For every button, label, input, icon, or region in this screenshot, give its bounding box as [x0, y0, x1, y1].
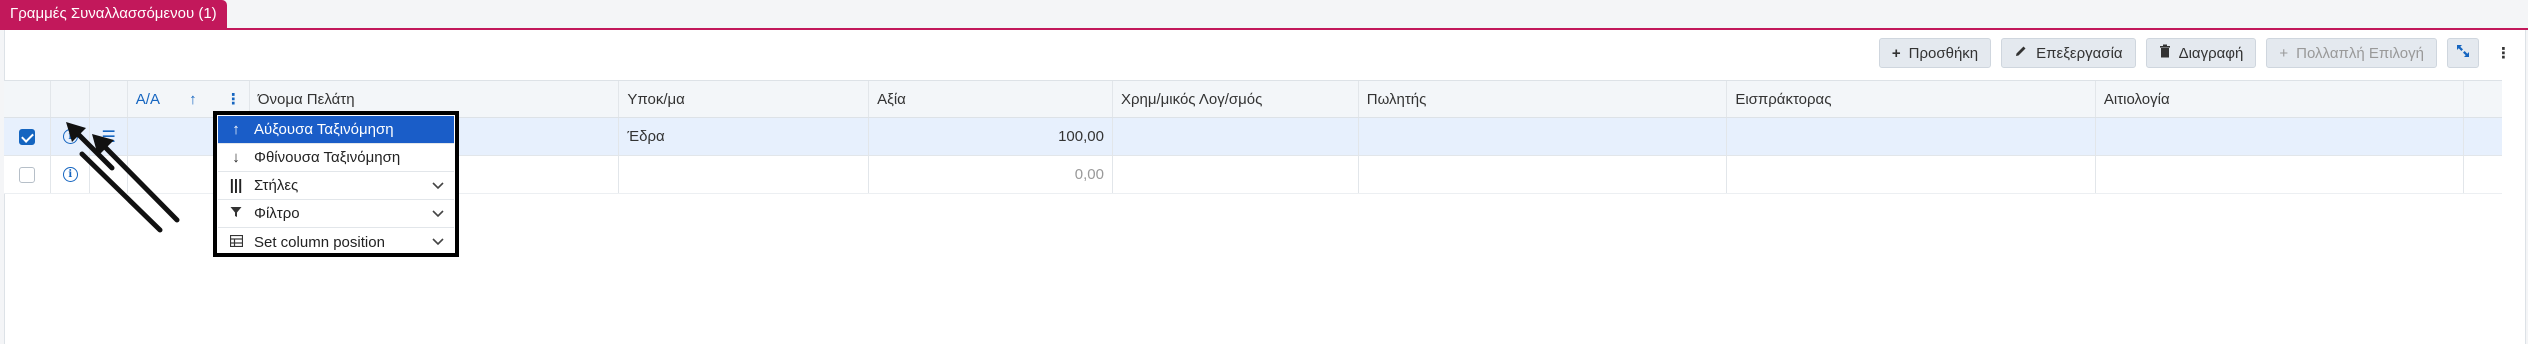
header-branch-label: Υποκ/μα: [627, 90, 685, 108]
row-branch-cell: [619, 156, 870, 193]
plus-icon: +: [2279, 44, 2289, 62]
row-financial-account-cell: [1113, 156, 1359, 193]
header-reason[interactable]: Αιτιολογία: [2096, 81, 2465, 117]
menu-item-label: Φθίνουσα Ταξινόμηση: [254, 149, 401, 166]
header-handle-cell: [90, 81, 128, 117]
trash-icon: [2159, 44, 2171, 62]
header-financial-account-label: Χρημ/μικός Λογ/σμός: [1120, 90, 1263, 108]
header-end-cell: [2464, 81, 2502, 117]
header-seller-label: Πωλητής: [1366, 90, 1427, 108]
row-collector-cell: [1727, 156, 2096, 193]
menu-item-columns[interactable]: ||| Στήλες: [218, 172, 454, 200]
row-reason-cell: [2096, 156, 2465, 193]
row-branch-cell: Έδρα: [619, 118, 870, 155]
header-collector-label: Εισπράκτορας: [1735, 90, 1832, 108]
column-menu-kebab-icon[interactable]: ⋮: [226, 90, 241, 108]
header-info-cell: [51, 81, 91, 117]
menu-item-sort-ascending[interactable]: ↑ Αύξουσα Ταξινόμηση: [218, 116, 454, 144]
row-value-cell: 0,00: [869, 156, 1113, 193]
header-collector[interactable]: Εισπράκτορας: [1727, 81, 2096, 117]
pencil-icon: [2014, 44, 2028, 62]
row-collector-cell: [1727, 118, 2096, 155]
tab-customer-lines[interactable]: Γραμμές Συναλλασσόμενου (1): [0, 0, 227, 28]
menu-item-label: Αύξουσα Ταξινόμηση: [254, 121, 394, 138]
header-customer-name-label: Όνομα Πελάτη: [257, 90, 355, 108]
arrow-down-icon: ↓: [232, 149, 240, 166]
header-value[interactable]: Αξία: [869, 81, 1113, 117]
row-value: 100,00: [1058, 128, 1104, 145]
arrow-up-icon: ↑: [232, 121, 240, 138]
row-checkbox[interactable]: [19, 128, 36, 145]
row-branch-value: Έδρα: [627, 128, 665, 145]
delete-button-label: Διαγραφή: [2178, 44, 2244, 62]
row-reason-cell: [2096, 118, 2465, 155]
sort-up-icon[interactable]: ↑: [189, 91, 197, 108]
row-value-cell: 100,00: [869, 118, 1113, 155]
chevron-down-icon: [432, 207, 444, 221]
edit-button-label: Επεξεργασία: [2036, 44, 2123, 62]
annotation-arrows: [66, 122, 180, 233]
fullscreen-button[interactable]: [2447, 38, 2479, 68]
columns-icon: |||: [229, 177, 243, 194]
header-branch[interactable]: Υποκ/μα: [619, 81, 870, 117]
table-icon: [228, 234, 244, 251]
header-financial-account[interactable]: Χρημ/μικός Λογ/σμός: [1113, 81, 1359, 117]
menu-item-filter[interactable]: Φίλτρο: [218, 200, 454, 228]
chevron-down-icon: [432, 235, 444, 249]
chevron-down-icon: [432, 179, 444, 193]
delete-button[interactable]: Διαγραφή: [2145, 38, 2257, 68]
menu-item-label: Φίλτρο: [254, 205, 300, 222]
menu-item-label: Στήλες: [254, 177, 299, 194]
add-button-label: Προσθήκη: [1908, 44, 1979, 62]
row-select-cell[interactable]: [4, 118, 52, 155]
menu-item-sort-descending[interactable]: ↓ Φθίνουσα Ταξινόμηση: [218, 144, 454, 172]
expand-icon: [2456, 44, 2470, 62]
add-button[interactable]: + Προσθήκη: [1878, 38, 1992, 68]
plus-icon: +: [1891, 44, 1901, 62]
header-aa-label: Α/Α: [135, 90, 160, 108]
grid-toolbar: + Προσθήκη Επεξεργασία Διαγραφή + Πολλαπ…: [1878, 38, 2518, 68]
row-end-cell: [2464, 156, 2502, 193]
row-end-cell: [2464, 118, 2502, 155]
row-financial-account-cell: [1113, 118, 1359, 155]
header-reason-label: Αιτιολογία: [2103, 90, 2170, 108]
column-menu: ↑ Αύξουσα Ταξινόμηση ↓ Φθίνουσα Ταξινόμη…: [213, 111, 459, 257]
row-select-cell[interactable]: [4, 156, 52, 193]
menu-item-label: Set column position: [254, 233, 385, 251]
lines-grid: Α/Α ↑ ⋮ Όνομα Πελάτη Υποκ/μα Αξία Χρημ/μ…: [4, 80, 2502, 194]
row-seller-cell: [1359, 156, 1728, 193]
header-seller[interactable]: Πωλητής: [1359, 81, 1728, 117]
edit-button[interactable]: Επεξεργασία: [2001, 38, 2136, 68]
more-options-button[interactable]: ⋮: [2489, 38, 2518, 68]
filter-icon: [228, 205, 244, 222]
row-seller-cell: [1359, 118, 1728, 155]
multiselect-button-label: Πολλαπλή Επιλογή: [2296, 44, 2424, 62]
kebab-icon: ⋮: [2496, 45, 2511, 62]
row-value: 0,00: [1074, 166, 1104, 183]
header-value-label: Αξία: [877, 90, 906, 108]
row-checkbox[interactable]: [19, 166, 36, 183]
menu-item-set-column-position[interactable]: Set column position: [218, 228, 454, 256]
multiselect-button[interactable]: + Πολλαπλή Επιλογή: [2266, 38, 2437, 68]
header-select-cell: [4, 81, 52, 117]
